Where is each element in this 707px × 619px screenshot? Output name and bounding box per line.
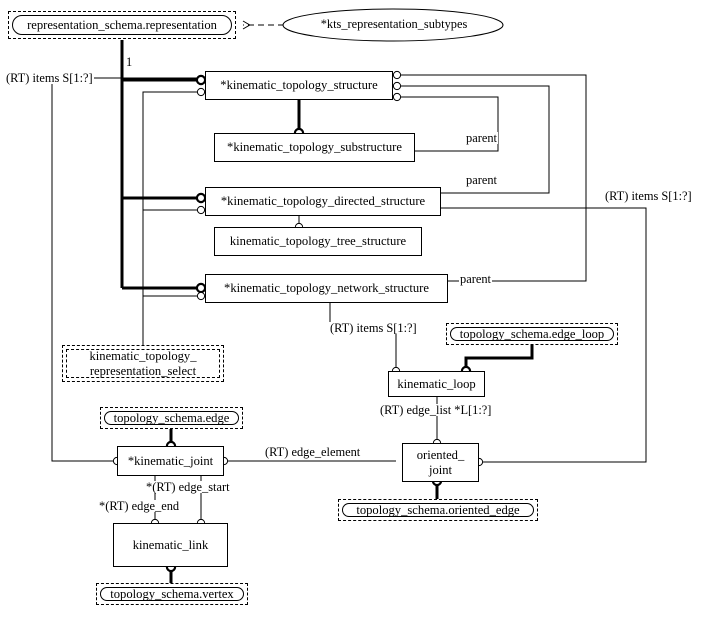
node-ktns-label: *kinematic_topology_network_structure [224,281,429,296]
label-parent-directed: parent [465,173,498,187]
node-ktrs-inner: kinematic_topology_ representation_selec… [66,349,220,378]
circle-kts-r2 [392,81,402,91]
node-oriented-joint-label: oriented_ joint [416,448,465,477]
select-route-kts [142,91,205,345]
node-vertex-label: topology_schema.vertex [110,586,234,601]
node-oriented-joint[interactable]: oriented_ joint [402,443,479,482]
label-edge-start: *(RT) edge_start [145,480,231,494]
circle-ktds-select [196,205,206,215]
node-topology-schema-oriented-edge[interactable]: topology_schema.oriented_edge [338,499,538,521]
node-kinematic-topology-structure[interactable]: *kinematic_topology_structure [205,71,393,100]
node-topology-schema-vertex[interactable]: topology_schema.vertex [96,583,248,605]
kts-subtypes-label: *kts_representation_subtypes [320,17,468,31]
node-representation-label: representation_schema.representation [27,17,217,32]
node-oriented-edge-label: topology_schema.oriented_edge [356,502,520,517]
node-topology-schema-edge[interactable]: topology_schema.edge [100,407,243,429]
node-kinematic-joint-label: *kinematic_joint [127,453,214,468]
circle-kts-r1 [392,70,402,80]
node-ktds-label: *kinematic_topology_directed_structure [220,194,426,209]
label-edge-list: (RT) edge_list *L[1:?] [379,403,493,417]
node-edge-inner: topology_schema.edge [104,411,239,425]
label-items-network: (RT) items S[1:?] [329,321,418,335]
parent-route-ktns [448,208,587,282]
label-items-left: (RT) items S[1:?] [5,71,94,85]
node-representation-inner: representation_schema.representation [12,15,232,35]
express-g-diagram: representation_schema.representation *kt… [0,0,707,619]
label-parent-network: parent [459,272,492,286]
edge-loop-route [464,345,534,371]
node-ktts-label: kinematic_topology_tree_structure [229,234,407,249]
node-kinematic-link[interactable]: kinematic_link [113,523,228,567]
node-vertex-inner: topology_schema.vertex [100,587,244,601]
circle-ktns-select [196,291,206,301]
label-cardinality-one: 1 [126,55,133,69]
circle-ktns-supertype [195,282,207,294]
node-kinematic-topology-substructure[interactable]: *kinematic_topology_substructure [214,133,415,162]
label-edge-element: (RT) edge_element [264,445,362,459]
label-items-right: (RT) items S[1:?] [604,189,693,203]
node-topology-schema-edge-loop[interactable]: topology_schema.edge_loop [446,323,618,345]
node-kinematic-topology-representation-select[interactable]: kinematic_topology_ representation_selec… [62,345,224,382]
circle-kts-r3 [392,92,402,102]
node-kinematic-topology-tree-structure[interactable]: kinematic_topology_tree_structure [214,227,422,256]
node-edge-label: topology_schema.edge [113,410,230,425]
node-kts-label: *kinematic_topology_structure [220,78,378,93]
node-kinematic-loop[interactable]: kinematic_loop [388,371,485,397]
circle-ktds-supertype [195,192,207,204]
items-left-route [51,77,205,462]
node-edge-loop-inner: topology_schema.edge_loop [450,327,614,341]
circle-kts-select [196,87,206,97]
node-kinematic-topology-network-structure[interactable]: *kinematic_topology_network_structure [205,274,448,303]
node-oriented-edge-inner: topology_schema.oriented_edge [342,503,534,517]
label-edge-end: *(RT) edge_end [98,499,181,513]
node-ktss-label: *kinematic_topology_substructure [227,140,402,155]
circle-kts-supertype [195,74,207,86]
node-representation-schema-representation[interactable]: representation_schema.representation [8,11,236,39]
node-ktrs-label: kinematic_topology_ representation_selec… [89,349,197,378]
node-kinematic-loop-label: kinematic_loop [397,376,476,391]
label-parent-substructure: parent [465,131,498,145]
node-kinematic-link-label: kinematic_link [132,537,209,552]
node-kinematic-topology-directed-structure[interactable]: *kinematic_topology_directed_structure [205,187,441,216]
items-network-route [329,302,397,371]
node-edge-loop-label: topology_schema.edge_loop [459,326,605,341]
node-kinematic-joint[interactable]: *kinematic_joint [117,446,224,476]
